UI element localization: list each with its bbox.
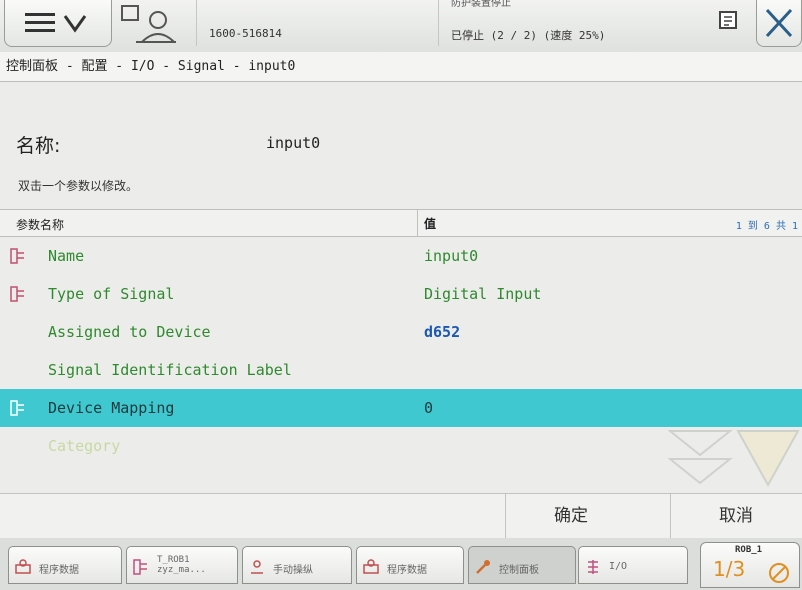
parameter-table: 参数名称 值 1 到 6 共 1 Name input0 Type of Sig… [0,209,802,465]
signal-param-icon [10,286,26,306]
param-value: input0 [424,247,479,265]
signal-param-icon [10,400,26,420]
table-row[interactable]: Signal Identification Label [0,351,802,389]
scroll-down-buttons[interactable] [667,429,800,493]
task-control-panel[interactable]: 控制面板 [468,546,576,584]
quickset-button[interactable]: ROB_1 1/3 [700,542,800,588]
table-row[interactable]: Type of Signal Digital Input [0,275,802,313]
task-label: 手动操纵 [273,565,313,576]
operator-window-icon[interactable] [118,2,178,52]
row-count: 1 到 6 共 1 [735,221,798,232]
column-value: 值 [424,217,437,231]
task-io[interactable]: I/O [578,546,688,584]
param-name: Device Mapping [48,399,175,417]
module-icon [133,559,153,578]
param-name: Signal Identification Label [48,361,292,379]
breadcrumb: 控制面板 - 配置 - I/O - Signal - input0 [0,52,802,82]
event-log-icon[interactable] [718,10,740,36]
name-value: input0 [266,134,321,152]
task-program-data[interactable]: 程序数据 [8,546,122,584]
ok-button[interactable]: 确定 [505,494,636,538]
breadcrumb-path: 控制面板 - 配置 - I/O - Signal - input0 [6,59,296,74]
table-row[interactable]: Name input0 [0,237,802,275]
task-label: 程序数据 [387,565,427,576]
task-fraction: 1/3 [713,557,746,581]
table-row-selected[interactable]: Device Mapping 0 [0,389,802,427]
param-value: 0 [424,399,434,417]
param-value: d652 [424,323,461,341]
table-row[interactable]: Assigned to Device d652 [0,313,802,351]
taskbar: 程序数据 T_ROB1 zyz_ma... 手动操纵 程序数据 控制面板 I/O… [0,538,802,590]
edit-hint: 双击一个参数以修改。 [18,179,139,193]
param-name: Assigned to Device [48,323,211,341]
jog-icon [249,559,269,578]
name-label: 名称: [16,135,61,157]
top-bar: 1600-516814 防护装置停止 已停止 (2 / 2) (速度 25%) [0,0,802,53]
signal-editor: 名称: input0 双击一个参数以修改。 参数名称 值 1 到 6 共 1 N… [0,83,802,493]
column-param-name: 参数名称 [16,218,65,232]
task-jogging[interactable]: 手动操纵 [242,546,352,584]
run-status: 已停止 (2 / 2) (速度 25%) [451,29,606,42]
task-module[interactable]: T_ROB1 zyz_ma... [126,546,238,584]
io-icon [585,559,605,578]
robot-unit-label: ROB_1 [735,545,763,555]
task-label: I/O [609,561,628,572]
controller-id: 1600-516814 [209,27,282,40]
task-program-data-2[interactable]: 程序数据 [356,546,464,584]
program-data-icon [15,559,35,578]
table-header: 参数名称 值 1 到 6 共 1 [0,209,802,237]
param-name: Type of Signal [48,285,175,303]
param-name: Name [48,247,85,265]
quickset-icon [767,561,791,589]
name-row: 名称: input0 [16,131,320,158]
task-label: 程序数据 [39,565,79,576]
task-label: 控制面板 [499,565,539,576]
cancel-button[interactable]: 取消 [670,494,801,538]
control-panel-icon [475,559,495,578]
signal-param-icon [10,248,26,268]
menu-icon [25,13,87,33]
safety-status: 防护装置停止 [451,0,511,9]
abb-menu-button[interactable] [4,0,112,47]
program-data-icon [363,559,383,578]
task-label: T_ROB1 zyz_ma... [157,555,206,575]
param-name: Category [48,437,121,455]
param-value: Digital Input [424,285,542,303]
controller-info: 1600-516814 [196,0,437,46]
status-info: 防护装置停止 已停止 (2 / 2) (速度 25%) [438,0,679,46]
action-bar: 确定 取消 [0,493,802,538]
close-icon [765,8,793,38]
close-button[interactable] [756,0,802,47]
